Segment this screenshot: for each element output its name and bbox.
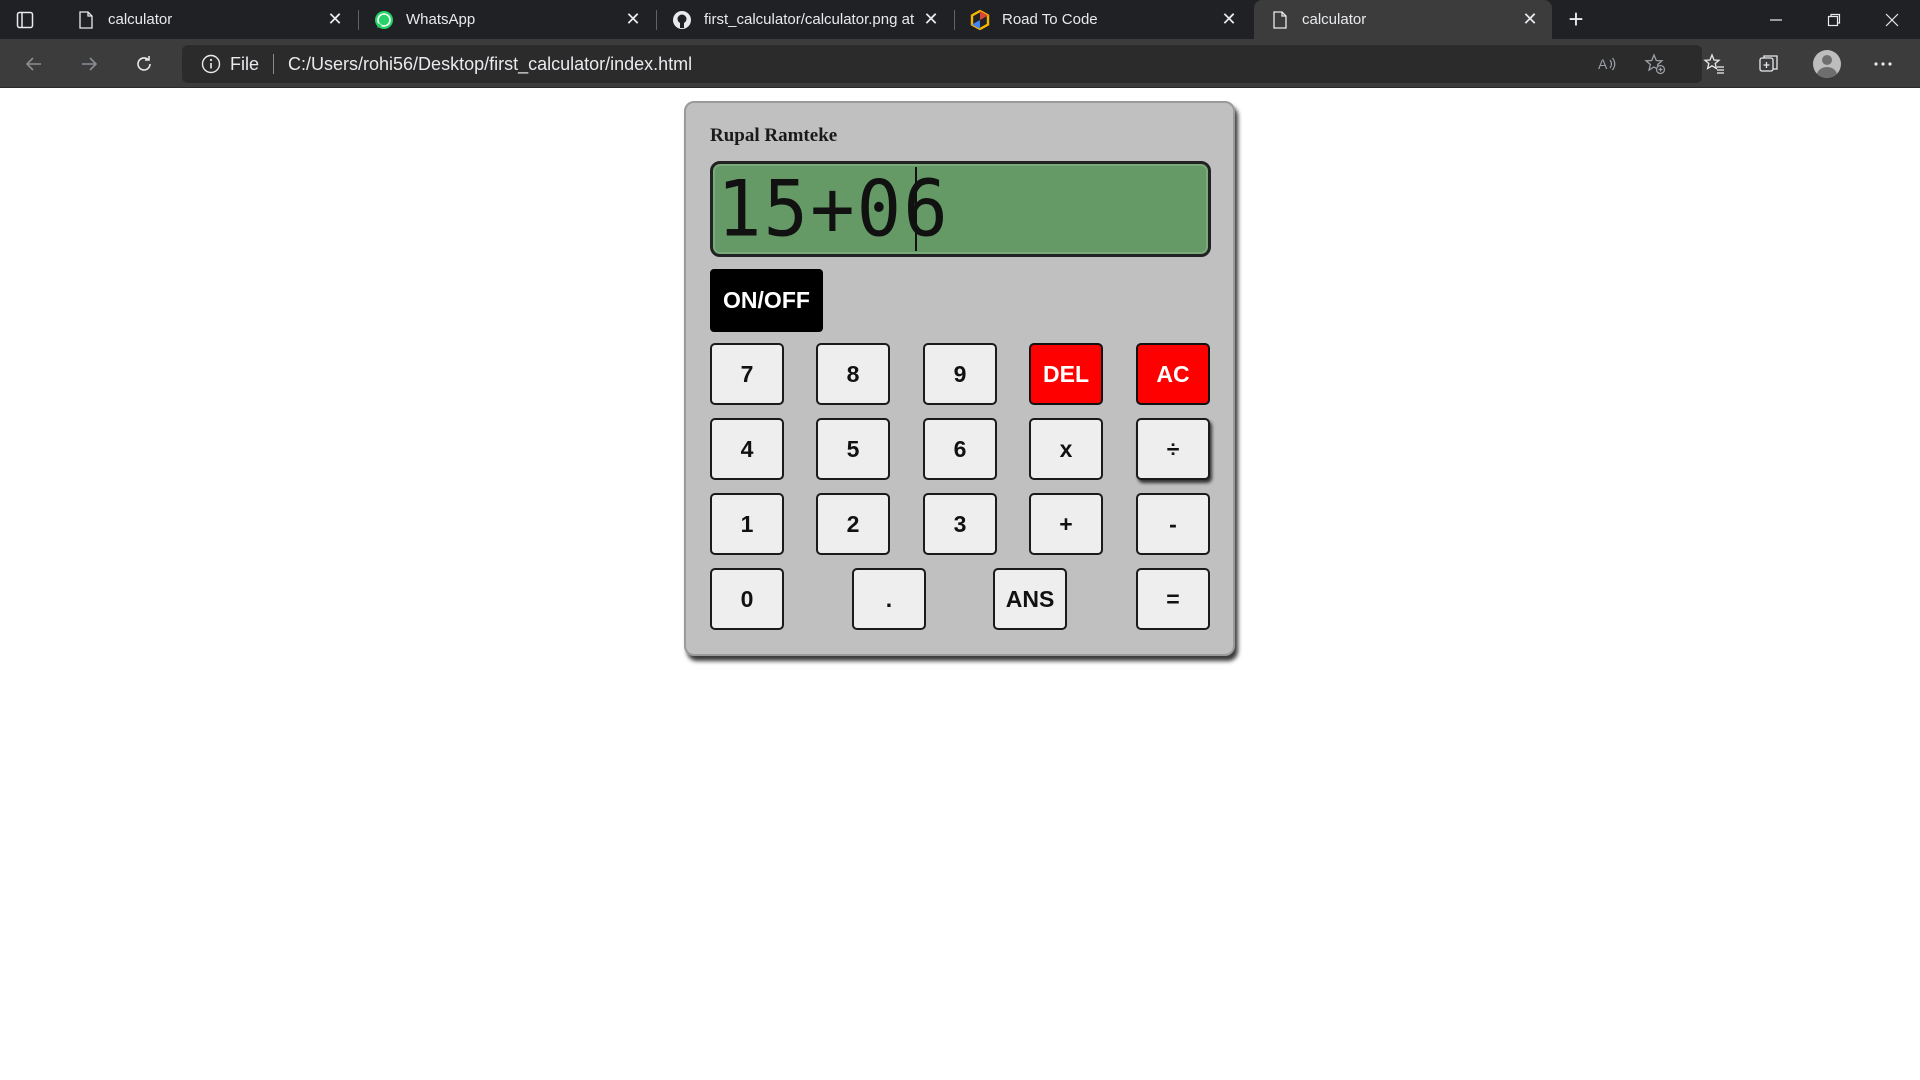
close-icon[interactable]: ✕ (1518, 8, 1542, 32)
back-icon[interactable] (18, 48, 50, 80)
key-5[interactable]: 5 (816, 418, 890, 480)
tab-title: Road To Code (1002, 11, 1098, 28)
page-icon (1270, 10, 1290, 30)
key-8[interactable]: 8 (816, 343, 890, 405)
calculator: Rupal Ramteke 15+06 ON/OFF 7 8 9 DEL AC … (684, 101, 1235, 656)
calculator-display[interactable]: 15+06 (710, 161, 1211, 257)
read-aloud-icon[interactable]: A (1592, 49, 1622, 79)
key-2[interactable]: 2 (816, 493, 890, 555)
close-window-icon[interactable] (1864, 0, 1920, 39)
tab-strip: calculator ✕ WhatsApp ✕ first_calculator… (0, 0, 1920, 39)
tab-actions-icon[interactable] (14, 9, 36, 31)
divide-button[interactable]: ÷ (1136, 418, 1210, 480)
key-9[interactable]: 9 (923, 343, 997, 405)
github-icon (672, 10, 692, 30)
url-text[interactable]: C:/Users/rohi56/Desktop/first_calculator… (288, 54, 692, 75)
profile-avatar[interactable] (1810, 48, 1844, 80)
address-bar[interactable]: File C:/Users/rohi56/Desktop/first_calcu… (182, 45, 1702, 83)
on-off-button[interactable]: ON/OFF (710, 269, 823, 332)
close-icon[interactable]: ✕ (323, 8, 347, 32)
key-4[interactable]: 4 (710, 418, 784, 480)
avatar (1813, 50, 1841, 78)
text-caret (915, 167, 917, 251)
tab-title: calculator (1302, 11, 1367, 28)
page-viewport: Rupal Ramteke 15+06 ON/OFF 7 8 9 DEL AC … (0, 89, 1920, 1080)
answer-button[interactable]: ANS (993, 568, 1067, 630)
key-3[interactable]: 3 (923, 493, 997, 555)
tab-calculator-active[interactable]: calculator ✕ (1254, 0, 1552, 39)
key-7[interactable]: 7 (710, 343, 784, 405)
tab-whatsapp[interactable]: WhatsApp ✕ (358, 0, 657, 39)
owner-name: Rupal Ramteke (710, 125, 838, 146)
key-6[interactable]: 6 (923, 418, 997, 480)
svg-text:A: A (1598, 56, 1608, 72)
more-options-icon[interactable] (1866, 48, 1900, 80)
key-1[interactable]: 1 (710, 493, 784, 555)
favorites-icon[interactable] (1697, 48, 1731, 80)
browser-toolbar: File C:/Users/rohi56/Desktop/first_calcu… (0, 39, 1920, 88)
close-icon[interactable]: ✕ (621, 8, 645, 32)
multiply-button[interactable]: x (1029, 418, 1103, 480)
all-clear-button[interactable]: AC (1136, 343, 1210, 405)
restore-icon[interactable] (1806, 0, 1862, 39)
add-button[interactable]: + (1029, 493, 1103, 555)
close-icon[interactable]: ✕ (919, 8, 943, 32)
reload-icon[interactable] (128, 48, 160, 80)
close-icon[interactable]: ✕ (1217, 8, 1241, 32)
scheme-label: File (230, 53, 260, 74)
tab-github[interactable]: first_calculator/calculator.png at ✕ (656, 0, 955, 39)
equals-button[interactable]: = (1136, 568, 1210, 630)
new-tab-icon[interactable]: + (1563, 6, 1589, 33)
decimal-button[interactable]: . (852, 568, 926, 630)
tab-road-to-code[interactable]: Road To Code ✕ (954, 0, 1251, 39)
collections-icon[interactable] (1752, 48, 1786, 80)
info-icon[interactable] (200, 53, 222, 75)
delete-button[interactable]: DEL (1029, 343, 1103, 405)
minimize-icon[interactable] (1748, 0, 1804, 39)
tab-title: first_calculator/calculator.png at (704, 11, 915, 28)
tab-calculator-1[interactable]: calculator ✕ (60, 0, 359, 39)
road-to-code-icon (970, 9, 990, 30)
subtract-button[interactable]: - (1136, 493, 1210, 555)
page-icon (76, 10, 96, 30)
add-favorite-icon[interactable] (1640, 49, 1670, 79)
key-0[interactable]: 0 (710, 568, 784, 630)
forward-icon[interactable] (73, 48, 105, 80)
whatsapp-icon (374, 10, 394, 30)
tab-title: WhatsApp (406, 11, 476, 28)
tab-title: calculator (108, 11, 173, 28)
